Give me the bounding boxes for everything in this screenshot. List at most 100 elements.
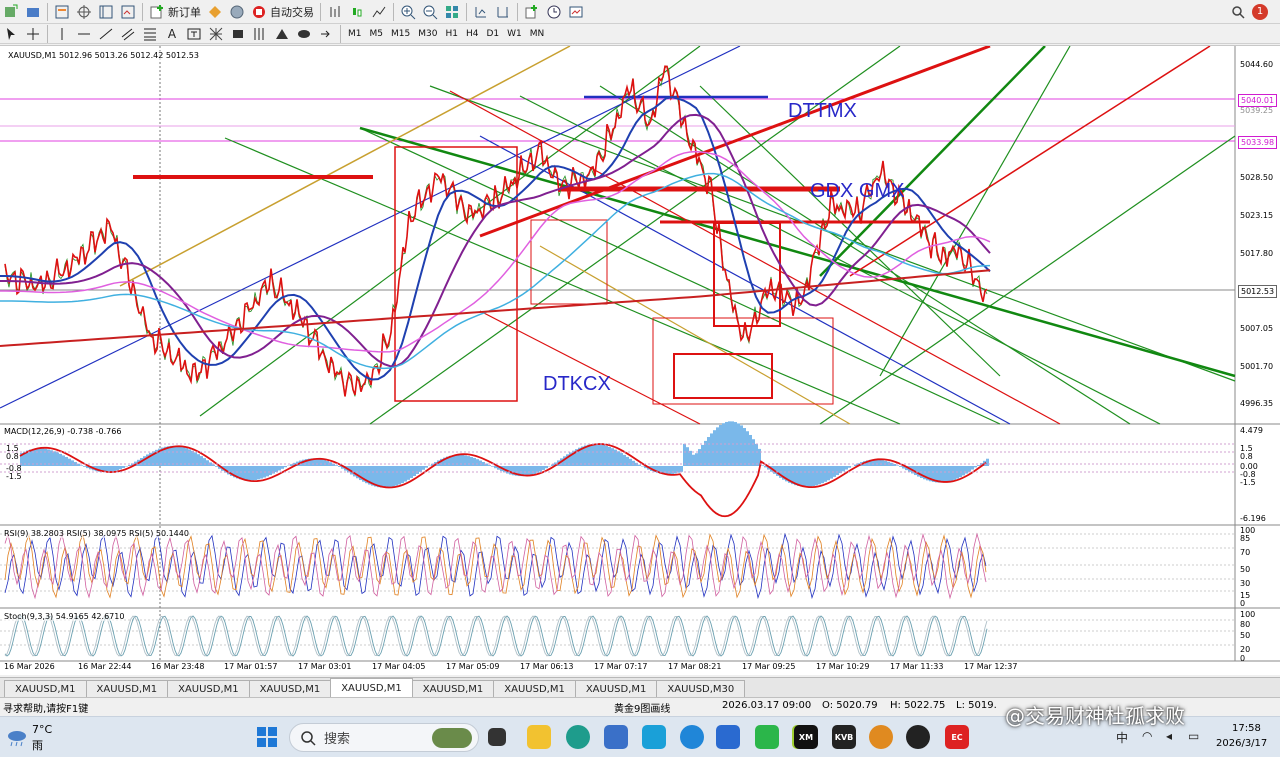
gann-tool[interactable] xyxy=(206,24,226,44)
kvb-app-icon[interactable]: KVB xyxy=(832,725,856,749)
taskbar-search[interactable]: 搜索 xyxy=(289,723,479,752)
clock-time[interactable]: 17:58 xyxy=(1232,723,1261,734)
edge-browser-icon[interactable] xyxy=(566,725,590,749)
zoom-in-button[interactable] xyxy=(398,2,418,22)
macd-histogram-bar xyxy=(800,466,803,487)
timeframe-d1[interactable]: D1 xyxy=(482,25,503,43)
indicators-button[interactable] xyxy=(522,2,542,22)
macd-histogram-bar xyxy=(599,444,602,466)
separator xyxy=(320,2,321,21)
app-v-icon[interactable] xyxy=(642,725,666,749)
line-chart-button[interactable] xyxy=(369,2,389,22)
chart-window[interactable]: XAUUSD,M1 5012.96 5013.26 5012.42 5012.5… xyxy=(0,45,1280,675)
macd-histogram-bar xyxy=(404,466,407,482)
auto-scroll-button[interactable] xyxy=(471,2,491,22)
bar-chart-button[interactable] xyxy=(325,2,345,22)
xm-app-icon[interactable]: XM xyxy=(794,725,818,749)
app-orange-icon[interactable] xyxy=(869,725,893,749)
chart-tab[interactable]: XAUUSD,M1 xyxy=(167,680,250,697)
horizontal-line-tool[interactable] xyxy=(74,24,94,44)
network-icon[interactable]: ◠ xyxy=(1142,729,1152,743)
timeframe-mn[interactable]: MN xyxy=(526,25,549,43)
macd-histogram-bar xyxy=(530,466,533,475)
periods-button[interactable] xyxy=(544,2,564,22)
search-button[interactable] xyxy=(1228,2,1248,22)
tile-windows-button[interactable] xyxy=(442,2,462,22)
chart-tab[interactable]: XAUUSD,M1 xyxy=(248,680,332,697)
globe-button[interactable] xyxy=(227,2,247,22)
metaeditor-button[interactable] xyxy=(205,2,225,22)
chart-tab[interactable]: XAUUSD,M30 xyxy=(656,680,746,697)
chart-shift-button[interactable] xyxy=(493,2,513,22)
trendline-tool[interactable] xyxy=(96,24,116,44)
timeframe-h1[interactable]: H1 xyxy=(441,25,462,43)
chart-tab[interactable]: XAUUSD,M1 xyxy=(411,680,495,697)
auto-trading-button[interactable]: 自动交易 xyxy=(249,2,316,22)
templates-button[interactable] xyxy=(566,2,586,22)
candlestick-button[interactable] xyxy=(347,2,367,22)
timeframe-h4[interactable]: H4 xyxy=(462,25,483,43)
channel-tool[interactable] xyxy=(118,24,138,44)
timeframe-m1[interactable]: M1 xyxy=(344,25,366,43)
macd-histogram-bar xyxy=(41,448,44,466)
timeframe-m30[interactable]: M30 xyxy=(414,25,441,43)
task-view-icon[interactable] xyxy=(488,728,506,746)
chart-canvas xyxy=(0,46,1280,662)
mail-icon[interactable] xyxy=(716,725,740,749)
timeframe-m15[interactable]: M15 xyxy=(387,25,414,43)
crosshair-tool[interactable] xyxy=(23,24,43,44)
new-order-button[interactable]: 新订单 xyxy=(147,2,203,22)
triangle-tool[interactable] xyxy=(272,24,292,44)
ec-app-icon[interactable]: EC xyxy=(945,725,969,749)
vertical-line-tool[interactable] xyxy=(52,24,72,44)
globe-icon xyxy=(230,5,244,18)
chart-tab[interactable]: XAUUSD,M1 xyxy=(85,680,169,697)
macd-histogram-bar xyxy=(542,466,545,470)
rsi-level: 70 xyxy=(1240,548,1251,557)
market-watch-button[interactable] xyxy=(52,2,72,22)
terminal-button[interactable] xyxy=(118,2,138,22)
time-axis-label: 17 Mar 05:09 xyxy=(446,662,500,671)
cycle-tool[interactable] xyxy=(250,24,270,44)
trendline-green xyxy=(519,95,1161,425)
navigator-button[interactable] xyxy=(96,2,116,22)
chart-tab[interactable]: XAUUSD,M1 xyxy=(574,680,658,697)
cursor-tool[interactable] xyxy=(1,24,21,44)
stoch-level: 100 xyxy=(1240,610,1256,619)
wechat-icon[interactable] xyxy=(755,725,779,749)
chart-tab[interactable]: XAUUSD,M1 xyxy=(493,680,576,697)
zoom-out-button[interactable] xyxy=(420,2,440,22)
macd-histogram-bar xyxy=(173,445,176,466)
new-chart-button[interactable] xyxy=(1,2,21,22)
notifications-button[interactable]: 1 xyxy=(1250,2,1270,22)
data-window-button[interactable] xyxy=(74,2,94,22)
start-button[interactable] xyxy=(255,725,279,749)
label-tool[interactable] xyxy=(184,24,204,44)
chart-tab[interactable]: XAUUSD,M1 xyxy=(4,680,87,697)
file-explorer-icon[interactable] xyxy=(527,725,551,749)
macd-histogram-bar xyxy=(122,466,125,468)
chart-tab-active[interactable]: XAUUSD,M1 xyxy=(330,678,413,697)
indicators-icon xyxy=(525,4,537,18)
rectangle-tool[interactable] xyxy=(228,24,248,44)
store-icon[interactable] xyxy=(604,725,628,749)
macd-histogram-bar xyxy=(395,466,398,486)
profiles-button[interactable] xyxy=(23,2,43,22)
ellipse-tool[interactable] xyxy=(294,24,314,44)
speaker-icon[interactable]: ◂ xyxy=(1166,729,1172,743)
text-tool[interactable]: A xyxy=(162,24,182,44)
macd-histogram-bar xyxy=(35,448,38,466)
tray-lang[interactable]: 中 xyxy=(1116,729,1128,746)
fibonacci-tool[interactable] xyxy=(140,24,160,44)
weather-widget[interactable]: 7°C 雨 xyxy=(6,723,66,753)
annotation-gdx-gmx: GDX GMX xyxy=(810,180,905,202)
clock-date[interactable]: 2026/3/17 xyxy=(1216,738,1267,749)
timeframe-m5[interactable]: M5 xyxy=(366,25,388,43)
media-player-icon[interactable] xyxy=(906,725,930,749)
arrows-tool[interactable] xyxy=(316,24,336,44)
app-blue-icon[interactable] xyxy=(680,725,704,749)
macd-histogram-bar xyxy=(968,466,971,472)
timeframe-w1[interactable]: W1 xyxy=(503,25,526,43)
zoom-in-icon xyxy=(401,5,416,19)
battery-icon[interactable]: ▭ xyxy=(1188,729,1199,743)
